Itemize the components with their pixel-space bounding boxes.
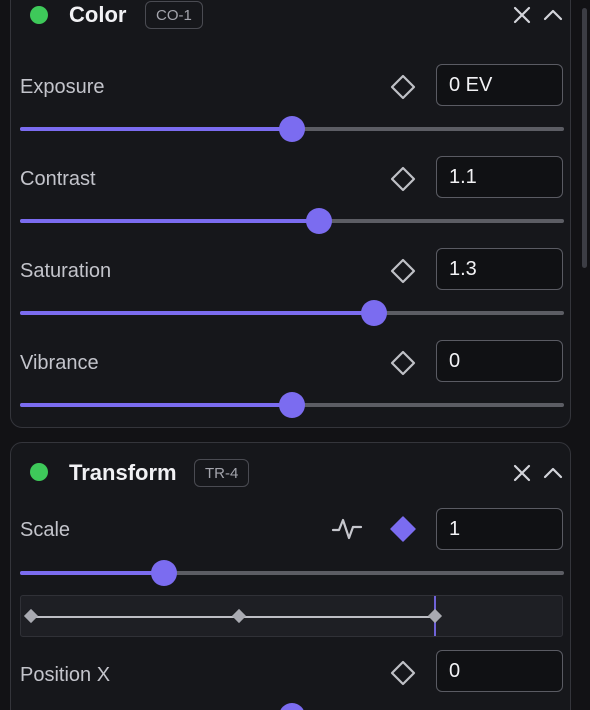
status-dot-icon — [30, 463, 48, 481]
value-input[interactable] — [436, 64, 563, 106]
keyframe-marker[interactable] — [232, 608, 247, 624]
vibrance-slider[interactable] — [20, 392, 564, 418]
value-input[interactable] — [436, 650, 563, 692]
diamond-filled-icon[interactable] — [389, 515, 417, 543]
diamond-outline-icon[interactable] — [389, 349, 417, 377]
status-dot-icon — [30, 6, 48, 24]
slider-thumb[interactable] — [360, 300, 387, 326]
diamond-outline-icon[interactable] — [389, 257, 417, 285]
saturation-slider[interactable] — [20, 300, 564, 326]
slider-thumb[interactable] — [306, 208, 333, 234]
property-label: Contrast — [20, 168, 96, 190]
keyframe-marker[interactable] — [427, 608, 442, 624]
property-label: Position X — [20, 664, 111, 686]
panel-title: Color — [69, 2, 127, 27]
close-icon[interactable] — [511, 462, 533, 484]
value-input[interactable] — [436, 340, 563, 382]
color-panel: Color CO-1 Exposure Contrast — [10, 0, 571, 428]
property-label: Exposure — [20, 76, 105, 98]
diamond-outline-icon[interactable] — [389, 165, 417, 193]
chevron-up-icon[interactable] — [542, 462, 564, 484]
scale-slider[interactable] — [20, 560, 564, 586]
keyframe-marker[interactable] — [23, 608, 39, 624]
diamond-outline-icon[interactable] — [389, 659, 417, 687]
contrast-slider[interactable] — [20, 208, 564, 234]
transform-panel: Transform TR-4 Scale 1 Position X 0 — [10, 442, 571, 710]
position-x-slider[interactable] — [20, 703, 564, 710]
slider-thumb[interactable] — [279, 703, 305, 710]
slider-thumb[interactable] — [279, 392, 305, 418]
exposure-slider[interactable] — [20, 116, 564, 142]
panel-title: Transform — [69, 460, 177, 485]
scrollbar-thumb[interactable] — [582, 8, 587, 268]
slider-thumb[interactable] — [279, 116, 305, 142]
color-panel-header[interactable]: Color CO-1 — [11, 1, 570, 41]
value-input[interactable] — [436, 156, 563, 198]
panel-badge: CO-1 — [145, 1, 203, 29]
close-icon[interactable] — [511, 4, 533, 26]
properties-inspector: Color CO-1 Exposure Contrast — [0, 0, 590, 710]
chevron-up-icon[interactable] — [542, 4, 564, 26]
property-label: Vibrance — [20, 352, 99, 374]
property-label: Scale — [20, 519, 71, 541]
value-input[interactable] — [436, 508, 563, 550]
transform-panel-header[interactable]: Transform TR-4 — [11, 459, 570, 499]
panel-badge: TR-4 — [194, 459, 250, 487]
property-label: Saturation — [20, 260, 112, 282]
keyframe-timeline[interactable] — [20, 595, 563, 637]
value-input[interactable] — [436, 248, 563, 290]
diamond-outline-icon[interactable] — [389, 73, 417, 101]
graph-icon[interactable] — [331, 515, 363, 543]
slider-thumb[interactable] — [151, 560, 178, 586]
